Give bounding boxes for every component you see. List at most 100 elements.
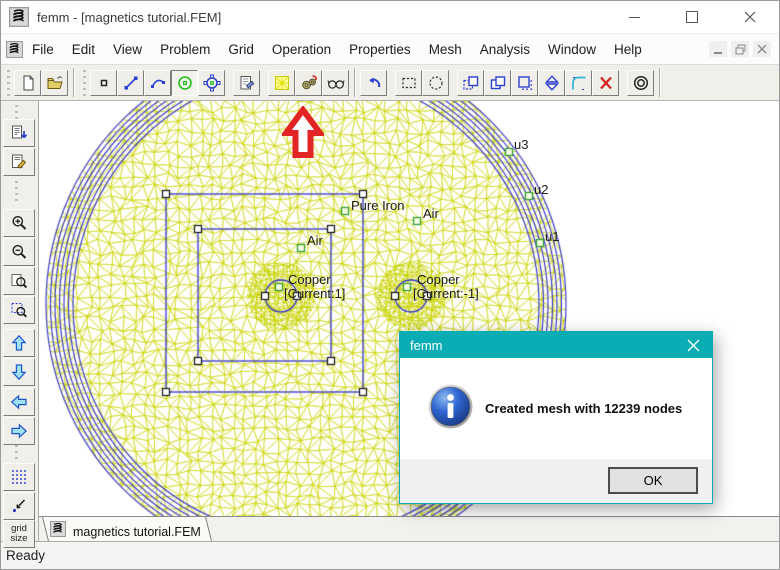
block-label-pure-iron[interactable]: Pure Iron xyxy=(351,199,404,212)
snap-grid-button[interactable] xyxy=(3,492,35,520)
import-list-button[interactable] xyxy=(3,119,35,147)
mirror-tool-button[interactable] xyxy=(538,69,565,96)
left-toolbar: grid size xyxy=(1,101,39,548)
line-tool-button[interactable] xyxy=(117,69,144,96)
menu-item-help[interactable]: Help xyxy=(605,35,651,64)
block-label-u3[interactable]: u3 xyxy=(514,138,528,151)
properties-sheet-icon xyxy=(240,75,254,89)
status-text: Ready xyxy=(6,548,46,563)
dialog-message: Created mesh with 12239 nodes xyxy=(485,401,683,416)
rings-tool-button[interactable] xyxy=(627,69,654,96)
toolbar-grip xyxy=(15,181,18,203)
pan-left-icon xyxy=(10,394,27,410)
window-close-icon[interactable] xyxy=(721,1,779,33)
block-label-air-outer[interactable]: Air xyxy=(423,207,439,220)
grid-toggle-button[interactable] xyxy=(3,463,35,491)
pan-up-icon xyxy=(11,334,27,351)
pan-left-button[interactable] xyxy=(3,388,35,416)
femm-coil-glyph xyxy=(6,40,23,58)
move-tool-button[interactable] xyxy=(457,69,484,96)
group-tool-button[interactable] xyxy=(198,69,225,96)
pan-up-button[interactable] xyxy=(3,329,35,357)
grid-size-button[interactable]: grid size xyxy=(3,520,35,548)
femm-window: femm - [magnetics tutorial.FEM] File Edit… xyxy=(0,0,780,570)
fillet-tool-button[interactable] xyxy=(565,69,592,96)
zoom-extents-button[interactable] xyxy=(3,267,35,295)
dialog-close-icon[interactable] xyxy=(674,332,712,358)
toolbar-separator xyxy=(73,68,74,97)
menu-item-window[interactable]: Window xyxy=(539,35,605,64)
document-tab-bar: magnetics tutorial.FEM xyxy=(39,516,779,541)
toolbar-separator xyxy=(354,68,355,97)
block-label-copper-right-line2[interactable]: [Current:-1] xyxy=(413,287,479,300)
block-label-copper-left-line2[interactable]: [Current:1] xyxy=(284,287,345,300)
pan-right-icon xyxy=(11,423,28,439)
title-bar: femm - [magnetics tutorial.FEM] xyxy=(1,1,779,33)
undo-icon xyxy=(368,77,380,87)
node-tool-icon xyxy=(100,79,107,86)
block-label-u2[interactable]: u2 xyxy=(534,183,548,196)
window-title: femm - [magnetics tutorial.FEM] xyxy=(37,9,222,25)
pan-right-button[interactable] xyxy=(3,417,35,445)
menu-item-properties[interactable]: Properties xyxy=(340,35,420,64)
arc-tool-button[interactable] xyxy=(144,69,171,96)
window-maximize-icon[interactable] xyxy=(663,1,721,33)
block-label-copper-right-line1[interactable]: Copper xyxy=(417,273,460,286)
node-tool-button[interactable] xyxy=(90,69,117,96)
menu-item-problem[interactable]: Problem xyxy=(151,35,219,64)
open-folder-icon xyxy=(47,75,63,89)
zoom-out-button[interactable] xyxy=(3,238,35,266)
run-analysis-button[interactable] xyxy=(295,69,322,96)
ok-button[interactable]: OK xyxy=(608,467,698,494)
view-results-button[interactable] xyxy=(322,69,349,96)
menu-item-view[interactable]: View xyxy=(104,35,151,64)
menu-item-edit[interactable]: Edit xyxy=(63,35,104,64)
block-label-copper-left-line1[interactable]: Copper xyxy=(288,273,331,286)
zoom-window-button[interactable] xyxy=(3,296,35,324)
copy-tool-button[interactable] xyxy=(484,69,511,96)
zoom-in-button[interactable] xyxy=(3,209,35,237)
new-document-button[interactable] xyxy=(14,69,41,96)
femm-coil-icon xyxy=(50,521,66,541)
menu-item-file[interactable]: File xyxy=(23,35,63,64)
block-label-air-inner[interactable]: Air xyxy=(307,234,323,247)
mdi-restore-icon[interactable] xyxy=(731,41,749,57)
menu-item-operation[interactable]: Operation xyxy=(263,35,340,64)
mesh-generate-button[interactable] xyxy=(268,69,295,96)
femm-coil-glyph xyxy=(50,521,66,537)
dialog-title-bar: femm xyxy=(400,332,712,358)
undo-button[interactable] xyxy=(360,69,387,96)
block-label-tool-icon xyxy=(177,75,192,90)
menu-item-analysis[interactable]: Analysis xyxy=(471,35,539,64)
window-minimize-icon[interactable] xyxy=(605,1,663,33)
run-analysis-icon xyxy=(301,74,317,89)
menu-item-grid[interactable]: Grid xyxy=(219,35,263,64)
femm-coil-glyph xyxy=(9,7,29,27)
pan-down-icon xyxy=(11,364,27,381)
menu-item-mesh[interactable]: Mesh xyxy=(420,35,471,64)
move-tool-icon xyxy=(462,75,478,90)
grid-toggle-icon xyxy=(12,470,26,484)
scale-tool-button[interactable] xyxy=(511,69,538,96)
select-rect-button[interactable] xyxy=(395,69,422,96)
pan-down-button[interactable] xyxy=(3,358,35,386)
document-tab-label: magnetics tutorial.FEM xyxy=(73,524,201,539)
view-results-icon xyxy=(326,79,345,89)
edit-properties-button[interactable] xyxy=(3,148,35,176)
status-bar: Ready xyxy=(1,541,779,569)
select-circle-button[interactable] xyxy=(422,69,449,96)
edit-doc-icon xyxy=(12,154,27,169)
line-tool-icon xyxy=(124,76,137,89)
mdi-controls xyxy=(709,41,771,57)
arc-tool-icon xyxy=(150,79,165,88)
properties-sheet-button[interactable] xyxy=(233,69,260,96)
copy-tool-icon xyxy=(490,75,505,89)
mdi-minimize-icon[interactable] xyxy=(709,41,727,57)
block-label-u1[interactable]: u1 xyxy=(545,230,559,243)
mirror-tool-icon xyxy=(544,74,559,91)
document-tab[interactable]: magnetics tutorial.FEM xyxy=(42,517,218,541)
delete-tool-button[interactable] xyxy=(592,69,619,96)
block-label-tool-button[interactable] xyxy=(171,69,198,96)
open-folder-button[interactable] xyxy=(41,69,68,96)
mdi-close-icon[interactable] xyxy=(753,41,771,57)
